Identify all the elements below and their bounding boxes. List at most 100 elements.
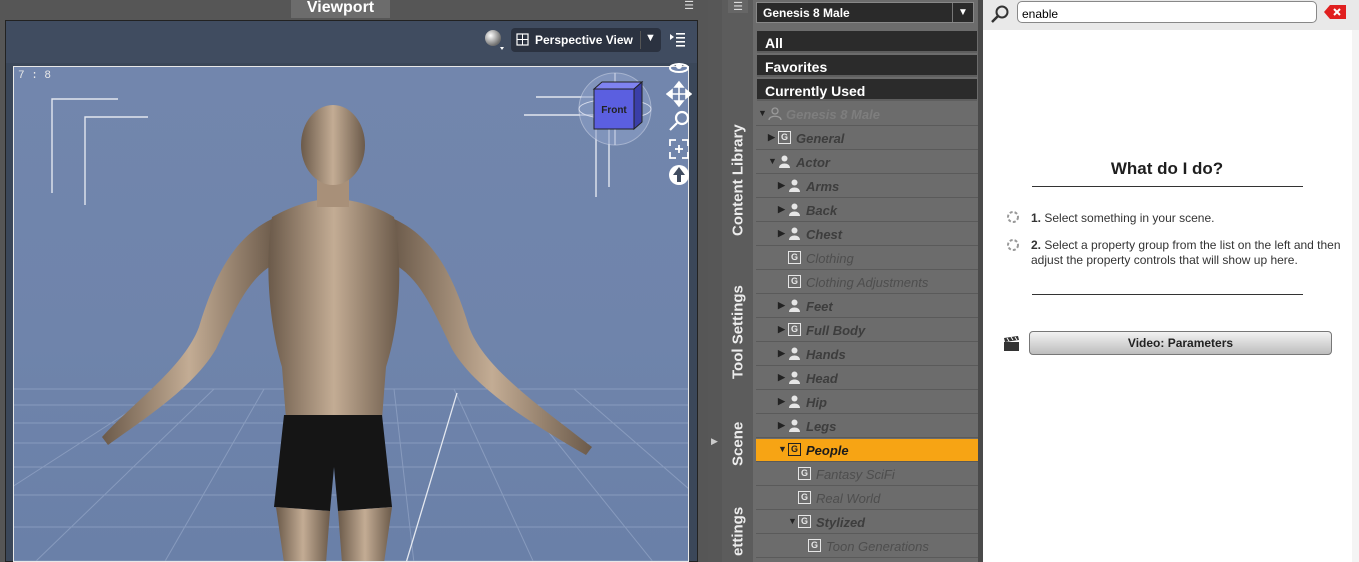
collapse-arrow-icon[interactable]: ▶	[711, 436, 718, 447]
figure-icon	[788, 227, 801, 240]
tree-item-toon-generations[interactable]: G Toon Generations	[756, 535, 978, 558]
tree-item-stylized[interactable]: ▼ G Stylized	[756, 511, 978, 534]
tree-item-fantasy-scifi[interactable]: G Fantasy SciFi	[756, 463, 978, 486]
tree-item-label: Real World	[816, 491, 881, 506]
tree-item-legs[interactable]: ▶ Legs	[756, 415, 978, 438]
expand-right-icon[interactable]: ▶	[778, 348, 785, 359]
figure-icon	[768, 107, 782, 121]
tree-item-clothing-adjustments[interactable]: G Clothing Adjustments	[756, 271, 978, 294]
figure-icon	[788, 299, 801, 312]
tree-item-head[interactable]: ▶ Head	[756, 367, 978, 390]
expand-right-icon[interactable]: ▶	[778, 372, 785, 383]
filter-favorites[interactable]: Favorites	[757, 55, 977, 77]
step-number: 1.	[1031, 211, 1042, 225]
search-input[interactable]	[1017, 1, 1317, 23]
side-tab-strip: Content Library Tool Settings Scene etti…	[722, 0, 754, 562]
filter-currently-used[interactable]: Currently Used	[757, 79, 977, 101]
help-step-1: 1. Select something in your scene.	[1031, 211, 1343, 226]
frame-icon	[669, 139, 689, 159]
figure-icon	[788, 419, 801, 432]
video-parameters-button[interactable]: Video: Parameters	[1029, 331, 1332, 355]
tree-item-label: Full Body	[806, 323, 866, 338]
group-icon: G	[788, 275, 801, 288]
tree-item-label: Fantasy SciFi	[816, 467, 895, 482]
tree-item-hip[interactable]: ▶ Hip	[756, 391, 978, 414]
node-select[interactable]: Genesis 8 Male ▼	[756, 2, 974, 23]
viewport-options-icon[interactable]	[668, 31, 688, 49]
expand-down-icon[interactable]: ▼	[788, 516, 797, 526]
tab-content-library[interactable]: Content Library	[722, 110, 754, 250]
chevron-down-icon: ▼	[952, 3, 973, 22]
tree-item-genesis-8-male[interactable]: ▼ Genesis 8 Male	[756, 103, 978, 126]
video-clapper-icon	[1003, 336, 1021, 352]
scrollbar[interactable]	[1352, 30, 1359, 562]
expand-right-icon[interactable]: ▶	[778, 180, 785, 191]
tree-item-arms[interactable]: ▶ Arms	[756, 175, 978, 198]
tree-item-label: Hip	[806, 395, 827, 410]
expand-right-icon[interactable]: ▶	[778, 300, 785, 311]
expand-down-icon[interactable]: ▼	[768, 156, 777, 166]
drawstyle-sphere-icon[interactable]	[483, 28, 507, 52]
spinner-icon	[1006, 238, 1020, 252]
scene-render: Front	[14, 72, 688, 561]
expand-down-icon[interactable]: ▼	[778, 444, 787, 454]
tree-item-label: Clothing	[806, 251, 854, 266]
tree-item-back[interactable]: ▶ Back	[756, 199, 978, 222]
tree-item-clothing[interactable]: G Clothing	[756, 247, 978, 270]
expand-right-icon[interactable]: ▶	[778, 228, 785, 239]
tree-item-people[interactable]: ▼ G People	[756, 439, 978, 462]
view-cube-icon: Front	[578, 72, 652, 146]
scene-canvas[interactable]: Front	[13, 66, 689, 562]
figure-icon	[788, 395, 801, 408]
tab-scene[interactable]: Scene	[722, 414, 754, 474]
camera-view-label: Perspective View	[535, 33, 633, 47]
figure-icon	[788, 347, 801, 360]
group-icon: G	[798, 491, 811, 504]
expand-right-icon[interactable]: ▶	[778, 396, 785, 407]
divider	[1032, 186, 1303, 187]
tree-item-chest[interactable]: ▶ Chest	[756, 223, 978, 246]
node-select-label: Genesis 8 Male	[763, 6, 850, 20]
divider	[1032, 294, 1303, 295]
viewport-tab[interactable]: Viewport	[291, 0, 390, 18]
tree-item-label: Actor	[796, 155, 830, 170]
expand-right-icon[interactable]: ▶	[778, 324, 785, 335]
tab-parameters[interactable]: ettings	[722, 500, 754, 562]
clear-search-icon[interactable]	[1324, 5, 1346, 19]
tree-item-full-body[interactable]: ▶ G Full Body	[756, 319, 978, 342]
expand-right-icon[interactable]: ▶	[778, 420, 785, 431]
pane-menu-icon[interactable]: ☰	[680, 0, 698, 13]
genesis-figure	[102, 105, 592, 561]
tree-item-hands[interactable]: ▶ Hands	[756, 343, 978, 366]
pane-menu-icon[interactable]: ☰	[728, 0, 748, 13]
expand-down-icon[interactable]: ▼	[758, 108, 767, 118]
pan-icon	[665, 80, 693, 108]
filter-all[interactable]: All	[757, 31, 977, 53]
tree-item-label: People	[806, 443, 849, 458]
tree-item-label: Head	[806, 371, 838, 386]
grid-icon	[516, 33, 529, 46]
spinner-icon	[1006, 210, 1020, 224]
group-icon: G	[778, 131, 791, 144]
tree-item-general[interactable]: ▶ G General	[756, 127, 978, 150]
search-icon[interactable]	[989, 3, 1011, 25]
aspect-ratio-label: 7 : 8	[18, 70, 52, 82]
help-step-2: 2. Select a property group from the list…	[1031, 238, 1343, 268]
camera-view-select[interactable]: Perspective View ▼	[511, 28, 661, 52]
figure-icon	[778, 155, 791, 168]
svg-text:Front: Front	[601, 105, 627, 116]
expand-right-icon[interactable]: ▶	[768, 132, 775, 143]
tab-tool-settings[interactable]: Tool Settings	[722, 276, 754, 388]
tree-item-label: Back	[806, 203, 838, 218]
step-number: 2.	[1031, 238, 1042, 252]
parameters-pane	[983, 0, 1359, 562]
pane-splitter[interactable]	[708, 0, 722, 562]
tree-item-actor[interactable]: ▼ Actor	[756, 151, 978, 174]
tree-item-label: Feet	[806, 299, 833, 314]
step-text: Select a property group from the list on…	[1031, 238, 1341, 267]
step-text: Select something in your scene.	[1044, 211, 1215, 225]
zoom-icon	[669, 110, 690, 131]
tree-item-feet[interactable]: ▶ Feet	[756, 295, 978, 318]
expand-right-icon[interactable]: ▶	[778, 204, 785, 215]
tree-item-real-world[interactable]: G Real World	[756, 487, 978, 510]
